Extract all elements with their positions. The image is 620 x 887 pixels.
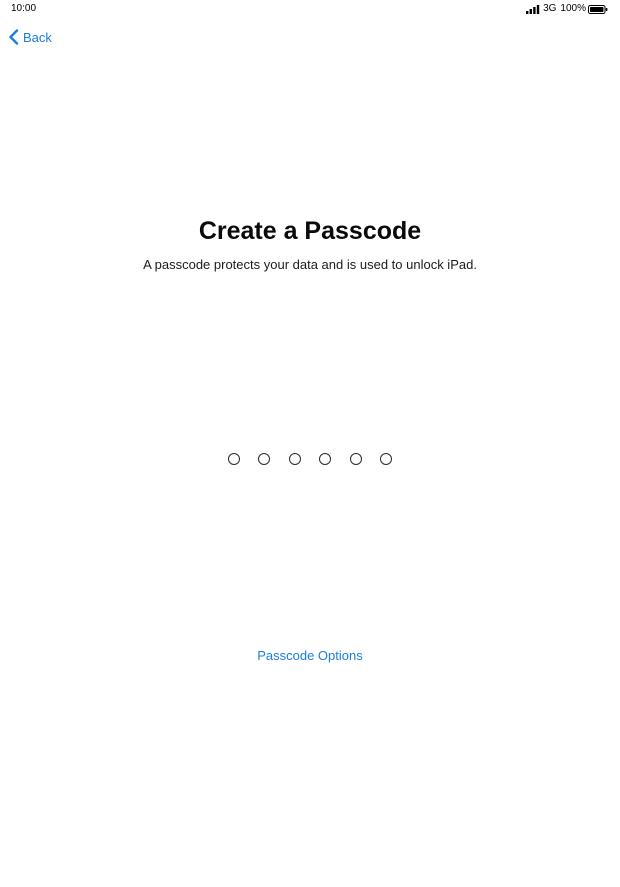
status-bar: 10:00 3G 100% [0, 0, 620, 20]
battery-full-icon [588, 4, 608, 14]
cellular-signal-icon [526, 4, 540, 14]
passcode-digit-slot [288, 453, 301, 465]
passcode-entry-field[interactable] [0, 453, 620, 465]
passcode-digit-slot [258, 453, 271, 465]
page-subtitle: A passcode protects your data and is use… [143, 257, 477, 272]
network-type-label: 3G [543, 3, 557, 14]
page-title: Create a Passcode [198, 217, 422, 245]
passcode-digit-slot [319, 453, 332, 465]
status-indicators: 3G 100% [526, 3, 608, 15]
battery-percent-label: 100% [560, 3, 586, 14]
passcode-digit-slot [379, 453, 392, 465]
back-button-label: Back [23, 29, 52, 45]
chevron-left-icon [9, 29, 19, 45]
status-time: 10:00 [11, 3, 37, 14]
passcode-digit-slot [349, 453, 362, 465]
passcode-digit-slot [228, 453, 241, 465]
passcode-options-link[interactable]: Passcode Options [0, 648, 620, 664]
back-button[interactable]: Back [8, 27, 52, 47]
